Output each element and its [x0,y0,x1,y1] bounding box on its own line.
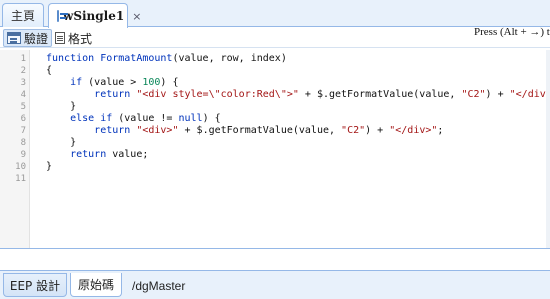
code-line: } [46,137,77,148]
form-icon [57,10,68,22]
line-number: 11 [15,174,26,184]
verify-icon [7,32,21,44]
tab-wsingle1[interactable]: wSingle1 × [48,3,141,28]
tab-home[interactable]: 主頁 [2,3,44,27]
code-line: } [46,101,77,112]
tab-eep-design-label: EEP 設計 [9,278,61,293]
line-number: 4 [20,90,26,100]
code-editor[interactable]: 1 2 3 4 5 6 7 8 9 10 11 function FormatA… [0,50,546,248]
line-number: 3 [20,78,26,88]
code-line: else if (value != null) { [70,113,221,124]
editor-toolbar: 驗證 格式 [0,28,550,48]
tab-home-label: 主頁 [10,9,35,23]
document-icon [55,32,65,44]
format-button-label: 格式 [68,31,93,46]
line-number: 7 [20,126,26,136]
code-line: { [46,65,53,76]
code-line: function FormatAmount(value, row, index) [46,53,287,64]
line-number: 9 [20,150,26,160]
shortcut-hint: Press (Alt + →) to [474,26,550,38]
code-text-area[interactable]: function FormatAmount(value, row, index)… [30,50,546,248]
tab-eep-design[interactable]: EEP 設計 [3,273,67,297]
code-line: return "<div>" + $.getFormatValue(value,… [94,125,444,136]
tab-wsingle1-label: wSingle1 [63,9,125,23]
code-line: if (value > 100) { [70,77,179,88]
code-line: return value; [70,149,149,160]
code-line: return "<div style=\"color:Red\">" + $.g… [94,89,546,100]
line-number: 10 [15,162,26,172]
line-number: 2 [20,66,26,76]
bottom-tab-strip: EEP 設計 原始碼 /dgMaster [0,270,550,299]
verify-button-label: 驗證 [24,31,49,46]
code-line: } [46,161,53,172]
line-number: 5 [20,102,26,112]
vertical-scrollbar[interactable] [546,50,550,248]
line-number: 8 [20,138,26,148]
line-number: 1 [20,54,26,64]
tab-source-code[interactable]: 原始碼 [70,273,122,297]
line-number: 6 [20,114,26,124]
file-path: /dgMaster [132,279,186,293]
tab-source-code-label: 原始碼 [77,278,114,292]
top-tab-strip: 主頁 wSingle1 × [0,0,550,28]
verify-button[interactable]: 驗證 [3,29,53,47]
format-button[interactable]: 格式 [52,29,95,47]
output-panel [0,248,550,270]
close-icon[interactable]: × [132,10,141,23]
line-number-gutter: 1 2 3 4 5 6 7 8 9 10 11 [0,50,30,248]
